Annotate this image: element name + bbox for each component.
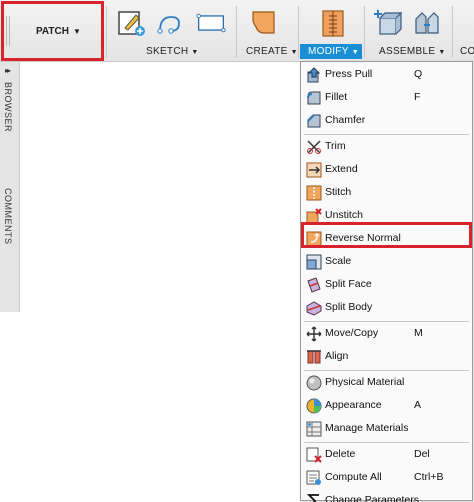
- shortcut-key: A: [414, 399, 422, 411]
- physical-material-icon: [306, 375, 322, 391]
- create-menu-button[interactable]: CREATE ▼: [246, 46, 298, 57]
- appearance-icon: [306, 398, 322, 414]
- create-sketch-icon[interactable]: [116, 9, 146, 37]
- menu-item-label: Press Pull: [325, 68, 373, 80]
- menu-item-split-body[interactable]: Split Body: [301, 297, 472, 319]
- sketch-label: SKETCH: [146, 46, 189, 57]
- menu-item-label: Stitch: [325, 186, 352, 198]
- trim-icon: [307, 140, 321, 154]
- menu-item-label: Fillet: [325, 91, 348, 103]
- create-surface-icon[interactable]: [250, 9, 280, 37]
- menu-item-align[interactable]: Align: [301, 346, 472, 368]
- menu-item-label: Change Parameters: [325, 494, 419, 502]
- patch-workspace-dropdown[interactable]: PATCH ▼: [36, 26, 81, 37]
- align-icon: [307, 350, 321, 364]
- rectangle-icon[interactable]: [196, 9, 226, 37]
- menu-item-split-face[interactable]: Split Face: [301, 274, 472, 296]
- divider: [236, 6, 237, 58]
- menu-item-move-copy[interactable]: Move/Copy M: [301, 323, 472, 345]
- menu-item-label: Unstitch: [325, 209, 363, 221]
- shortcut-key: Ctrl+B: [414, 471, 444, 483]
- assemble-menu-button[interactable]: ASSEMBLE ▼: [379, 46, 446, 57]
- menu-item-change-parameters[interactable]: Change Parameters: [301, 490, 472, 502]
- menu-item-physical-material[interactable]: Physical Material: [301, 372, 472, 394]
- split-face-icon: [307, 277, 321, 293]
- arc-icon[interactable]: [155, 9, 185, 37]
- sigma-icon: [306, 494, 319, 502]
- modify-icon[interactable]: [318, 9, 348, 37]
- compute-all-icon: [306, 470, 321, 485]
- menu-item-scale[interactable]: Scale: [301, 251, 472, 273]
- menu-item-label: Align: [325, 350, 349, 362]
- menu-item-label: Physical Material: [325, 376, 405, 388]
- menu-item-delete[interactable]: Delete Del: [301, 444, 472, 466]
- menu-item-appearance[interactable]: Appearance A: [301, 395, 472, 417]
- construct-label: CO: [460, 46, 474, 57]
- divider: [364, 6, 365, 58]
- caret-down-icon: ▼: [290, 49, 298, 56]
- stitch-icon: [306, 185, 322, 201]
- patch-label: PATCH: [36, 26, 69, 37]
- create-label: CREATE: [246, 46, 288, 57]
- scale-icon: [306, 254, 322, 270]
- new-component-icon[interactable]: [372, 9, 402, 37]
- menu-item-label: Manage Materials: [325, 422, 409, 434]
- menu-item-label: Delete: [325, 448, 356, 460]
- menu-item-label: Extend: [325, 163, 358, 175]
- expand-panel-icon[interactable]: ▸▸: [5, 66, 11, 75]
- menu-item-compute-all[interactable]: Compute All Ctrl+B: [301, 467, 472, 489]
- reverse-normal-highlight-box: [301, 222, 472, 248]
- menu-separator: [304, 442, 469, 443]
- delete-icon: [306, 447, 322, 463]
- menu-item-press-pull[interactable]: Press Pull Q: [301, 64, 472, 86]
- browser-tab[interactable]: BROWSER: [3, 82, 13, 132]
- comments-tab[interactable]: COMMENTS: [3, 188, 13, 245]
- caret-down-icon: ▼: [351, 49, 359, 56]
- menu-separator: [304, 134, 469, 135]
- menu-item-trim[interactable]: Trim: [301, 136, 472, 158]
- menu-item-extend[interactable]: Extend: [301, 159, 472, 181]
- menu-item-label: Chamfer: [325, 114, 366, 126]
- joint-icon[interactable]: [412, 9, 442, 37]
- divider: [298, 6, 299, 58]
- shortcut-key: F: [414, 91, 421, 103]
- shortcut-key: M: [414, 327, 423, 339]
- menu-item-label: Move/Copy: [325, 327, 379, 339]
- menu-item-label: Appearance: [325, 399, 382, 411]
- menu-item-label: Split Body: [325, 301, 373, 313]
- extend-icon: [306, 162, 322, 178]
- modify-dropdown-menu: Press Pull Q Fillet F Chamfer Trim Exten…: [300, 61, 473, 502]
- menu-item-label: Scale: [325, 255, 352, 267]
- chamfer-icon: [307, 114, 321, 128]
- sketch-menu-button[interactable]: SKETCH ▼: [146, 46, 199, 57]
- assemble-label: ASSEMBLE: [379, 46, 436, 57]
- menu-item-chamfer[interactable]: Chamfer: [301, 110, 472, 132]
- menu-item-label: Trim: [325, 140, 346, 152]
- modify-label: MODIFY: [308, 46, 349, 57]
- menu-item-label: Compute All: [325, 471, 382, 483]
- split-body-icon: [306, 301, 322, 316]
- menu-separator: [304, 321, 469, 322]
- toolbar: PATCH ▼ SKETCH ▼ CREATE ▼ MODIFY ▼ ASSEM…: [0, 0, 474, 62]
- menu-item-label: Split Face: [325, 278, 372, 290]
- caret-down-icon: ▼: [191, 49, 199, 56]
- menu-separator: [304, 370, 469, 371]
- modify-menu-button[interactable]: MODIFY ▼: [300, 44, 362, 59]
- manage-materials-icon: [306, 421, 322, 437]
- menu-item-fillet[interactable]: Fillet F: [301, 87, 472, 109]
- fillet-icon: [307, 91, 321, 105]
- construct-menu-button[interactable]: CO: [460, 46, 474, 57]
- side-panel: ▸▸ BROWSER COMMENTS: [0, 62, 20, 312]
- divider: [106, 6, 107, 58]
- press-pull-icon: [307, 67, 321, 83]
- caret-down-icon: ▼: [438, 49, 446, 56]
- move-copy-icon: [306, 326, 322, 342]
- shortcut-key: Del: [414, 448, 430, 460]
- menu-item-stitch[interactable]: Stitch: [301, 182, 472, 204]
- menu-item-manage-materials[interactable]: Manage Materials: [301, 418, 472, 440]
- divider: [452, 6, 453, 58]
- caret-down-icon: ▼: [72, 27, 81, 36]
- app-window: PATCH ▼ SKETCH ▼ CREATE ▼ MODIFY ▼ ASSEM…: [0, 0, 474, 502]
- shortcut-key: Q: [414, 68, 423, 80]
